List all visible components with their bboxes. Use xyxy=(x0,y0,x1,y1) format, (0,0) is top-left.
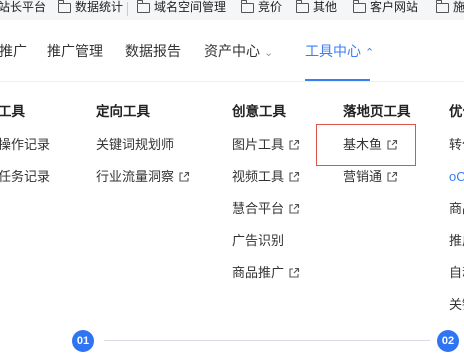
folder-icon xyxy=(136,0,150,13)
top-navigation: 推广 推广管理 数据报告 资产中心 ⌄ 工具中心 ⌃ xyxy=(0,20,464,82)
external-link-icon xyxy=(289,203,300,214)
menu-item-operation-log[interactable]: 操作记录 xyxy=(0,137,50,153)
menu-item-label: 任务记录 xyxy=(0,169,51,184)
nav-item-tuiguang-guanli[interactable]: 推广管理 xyxy=(47,43,103,59)
menu-item-ad-recognition[interactable]: 广告识别 xyxy=(232,233,284,249)
menu-item-ocpc[interactable]: oC xyxy=(449,169,464,185)
external-link-icon xyxy=(179,171,190,182)
column-heading-optimization: 优化 xyxy=(449,104,464,119)
menu-item-label: 基木鱼 xyxy=(343,137,383,152)
menu-item-conversion[interactable]: 转化 xyxy=(449,137,464,153)
bookmark-domain[interactable]: 域名空间管理 xyxy=(136,0,227,18)
folder-icon xyxy=(435,0,449,13)
step-badge: 02 xyxy=(437,330,459,352)
menu-item-label: 营销通 xyxy=(343,169,383,184)
folder-icon xyxy=(240,0,254,13)
menu-item-promotion[interactable]: 推广 xyxy=(449,233,464,249)
steps-connector xyxy=(104,340,430,341)
menu-item-video-tool[interactable]: 视频工具 xyxy=(232,169,300,185)
menu-item-label: 关键 xyxy=(449,297,464,312)
bookmark-qita[interactable]: 其他 xyxy=(295,0,338,18)
nav-label: 数据报告 xyxy=(125,43,181,59)
menu-item-image-tool[interactable]: 图片工具 xyxy=(232,137,300,153)
bookmark-client-sites[interactable]: 客户网站 xyxy=(352,0,419,18)
menu-item-label: 行业流量洞察 xyxy=(96,169,175,184)
external-link-icon xyxy=(289,139,300,150)
menu-item-label: 关键词规划师 xyxy=(96,137,175,152)
nav-divider xyxy=(0,81,464,82)
bookmark-label: 客户网站 xyxy=(370,0,419,14)
menu-item-industry-insight[interactable]: 行业流量洞察 xyxy=(96,169,190,185)
menu-item-label: 推广 xyxy=(449,233,464,248)
menu-item-label: 操作记录 xyxy=(0,137,51,152)
external-link-icon xyxy=(289,267,300,278)
menu-item-jimuyu[interactable]: 基木鱼 xyxy=(343,137,398,153)
bookmarks-bar: 站长平台 数据统计 域名空间管理 竞价 其他 客户网站 施 xyxy=(0,0,464,21)
nav-label: 推广 xyxy=(0,43,27,59)
menu-item-product[interactable]: 商品 xyxy=(449,201,464,217)
menu-item-label: 慧合平台 xyxy=(232,201,285,216)
step-badge: 01 xyxy=(72,330,94,352)
bookmark-separator xyxy=(127,2,128,16)
menu-item-label: 图片工具 xyxy=(232,137,285,152)
menu-item-yingxiaotong[interactable]: 营销通 xyxy=(343,169,398,185)
menu-item-label: 视频工具 xyxy=(232,169,285,184)
column-heading-creative: 创意工具 xyxy=(232,104,286,119)
nav-label: 工具中心 xyxy=(305,43,361,59)
column-heading-landing-page: 落地页工具 xyxy=(343,104,411,119)
menu-item-label: 商品 xyxy=(449,201,464,216)
menu-item-label: 商品推广 xyxy=(232,265,285,280)
nav-item-gongju-zhongxin[interactable]: 工具中心 ⌃ xyxy=(305,43,374,61)
nav-item-zichan-zhongxin[interactable]: 资产中心 ⌄ xyxy=(204,43,273,61)
external-link-icon xyxy=(289,171,300,182)
nav-item-shuju-baogao[interactable]: 数据报告 xyxy=(125,43,181,59)
folder-icon xyxy=(57,0,71,13)
menu-item-keyword-planner[interactable]: 关键词规划师 xyxy=(96,137,174,153)
column-heading-tools: 工具 xyxy=(0,104,25,119)
bookmark-label: 其他 xyxy=(313,0,338,14)
menu-item-huihe-platform[interactable]: 慧合平台 xyxy=(232,201,300,217)
bookmark-label: 站长平台 xyxy=(0,0,47,14)
external-link-icon xyxy=(387,139,398,150)
chevron-up-icon: ⌃ xyxy=(365,47,375,59)
bookmark-label: 数据统计 xyxy=(75,0,124,14)
folder-icon xyxy=(352,0,366,13)
bookmark-zhanzhang[interactable]: 站长平台 xyxy=(0,0,46,18)
menu-item-task-log[interactable]: 任务记录 xyxy=(0,169,50,185)
menu-item-label: oC xyxy=(449,169,464,184)
folder-icon xyxy=(295,0,309,13)
chevron-down-icon: ⌄ xyxy=(264,47,274,59)
external-link-icon xyxy=(387,171,398,182)
nav-label: 资产中心 xyxy=(204,43,260,59)
column-heading-targeting: 定向工具 xyxy=(96,104,150,119)
bookmark-shi[interactable]: 施 xyxy=(435,0,464,18)
bookmark-shujutongji[interactable]: 数据统计 xyxy=(57,0,124,18)
nav-item-tuiguang[interactable]: 推广 xyxy=(0,43,27,59)
bookmark-label: 竞价 xyxy=(258,0,283,14)
menu-item-product-promotion[interactable]: 商品推广 xyxy=(232,265,300,281)
menu-item-auto[interactable]: 自动 xyxy=(449,265,464,281)
bookmark-label: 域名空间管理 xyxy=(154,0,227,14)
menu-item-label: 自动 xyxy=(449,265,464,280)
nav-label: 推广管理 xyxy=(47,43,103,59)
menu-item-label: 转化 xyxy=(449,137,464,152)
bookmark-jingjia[interactable]: 竞价 xyxy=(240,0,283,18)
menu-item-keyword[interactable]: 关键 xyxy=(449,297,464,313)
bookmark-label: 施 xyxy=(453,0,464,14)
menu-item-label: 广告识别 xyxy=(232,233,285,248)
